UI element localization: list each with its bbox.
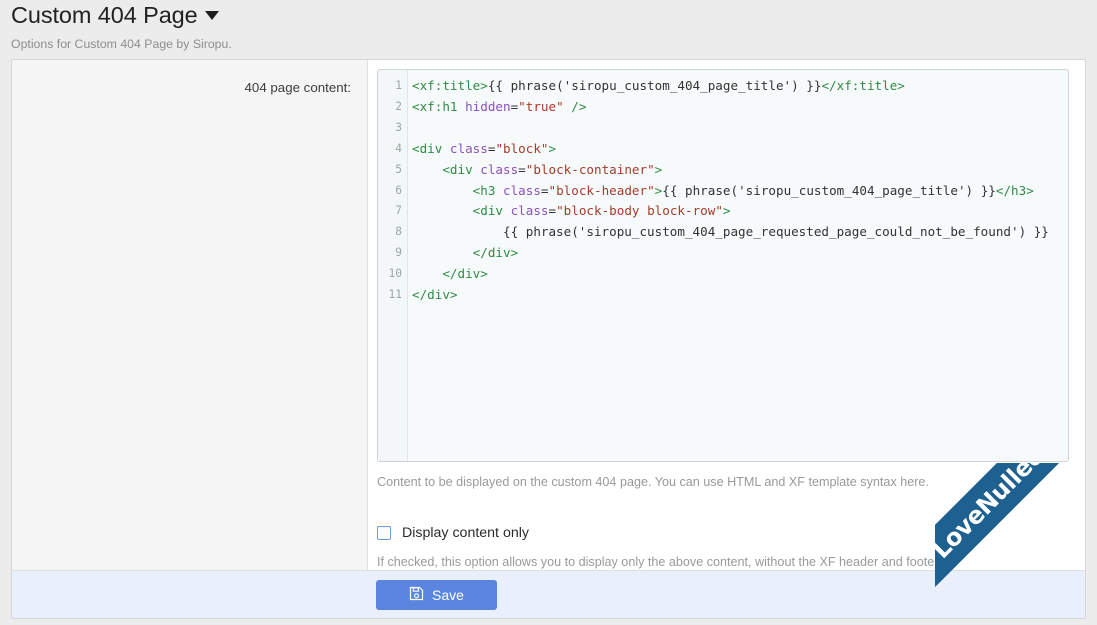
save-button[interactable]: Save [376, 579, 497, 610]
code-token-tag: > [548, 140, 557, 156]
field-label-404-page-content: 404 page content: [244, 80, 351, 95]
code-token-tag: </div> [412, 287, 458, 303]
code-line[interactable]: </div> [412, 264, 1068, 285]
code-token-tag: <xf:title> [412, 78, 488, 93]
code-token-str: "block-container" [525, 161, 655, 177]
line-number: 11 [388, 288, 402, 302]
code-token-attr: class [449, 140, 488, 156]
code-token-attr: hidden [465, 98, 511, 114]
line-number: 8 [395, 225, 402, 239]
code-line[interactable]: <xf:title>{{ phrase('siropu_custom_404_p… [412, 76, 1068, 97]
code-token-tag: /> [563, 98, 587, 114]
code-token-str: "true" [518, 98, 564, 114]
line-number: 4 [395, 141, 402, 155]
editor-help-text: Content to be displayed on the custom 40… [377, 475, 929, 489]
code-token-tag: > [654, 161, 663, 177]
code-token-plain: = [518, 161, 526, 177]
line-number: 9 [395, 246, 402, 260]
submit-bar: Save [12, 570, 1085, 618]
code-line[interactable]: </div> [412, 243, 1068, 264]
save-floppy-icon [409, 586, 424, 604]
line-number: 1 [395, 79, 402, 92]
code-token-attr: class [510, 203, 549, 219]
display-content-only-row[interactable]: Display content only [377, 524, 1069, 542]
page-header: Custom 404 Page Options for Custom 404 P… [0, 0, 1097, 57]
line-number: 6 [395, 183, 402, 197]
code-token-tag: > [722, 203, 731, 219]
code-token-plain: {{ phrase('siropu_custom_404_page_title'… [662, 182, 996, 198]
display-content-only-checkbox[interactable] [377, 526, 391, 540]
page-title-row: Custom 404 Page [11, 0, 1097, 29]
chevron-down-icon[interactable] [204, 11, 219, 20]
code-editor[interactable]: 1 2 3 4 5 6 7 8 9 10 11 <xf:title>{{ phrase('sirop… [377, 69, 1069, 462]
code-line[interactable]: <div class="block-container"> [412, 160, 1068, 181]
line-number: 3 [395, 120, 402, 134]
line-number: 2 [395, 99, 402, 113]
field-input-column: 1 2 3 4 5 6 7 8 9 10 11 <xf:title>{{ phrase('sirop… [368, 60, 1085, 573]
code-token-plain: {{ phrase('siropu_custom_404_page_reques… [412, 224, 1049, 240]
code-token-tag: </div> [412, 245, 519, 261]
save-button-label: Save [432, 586, 464, 603]
code-token-attr: class [480, 161, 519, 177]
code-line[interactable]: {{ phrase('siropu_custom_404_page_reques… [412, 222, 1068, 243]
form-row-404-content: 404 page content: 1 2 3 4 5 6 7 8 9 10 11 <xf:titl… [12, 60, 1085, 573]
display-content-only-label[interactable]: Display content only [402, 524, 529, 542]
code-editor-content[interactable]: <xf:title>{{ phrase('siropu_custom_404_p… [408, 70, 1068, 461]
code-token-attr: class [503, 182, 541, 198]
code-line[interactable]: <div class="block-body block-row"> [412, 201, 1068, 222]
code-line[interactable]: <xf:h1 hidden="true" /> [412, 97, 1068, 118]
code-line[interactable]: <h3 class="block-header">{{ phrase('siro… [412, 181, 1068, 202]
code-token-tag: <h3 [412, 182, 503, 198]
code-line[interactable]: <div class="block"> [412, 139, 1068, 160]
code-line[interactable]: </div> [412, 285, 1068, 306]
line-number: 5 [395, 162, 402, 176]
code-token-tag: <div [412, 140, 450, 156]
code-token-tag: </h3> [995, 182, 1034, 198]
page-title: Custom 404 Page [11, 2, 198, 28]
code-token-str: "block-header" [548, 182, 655, 198]
code-token-plain: = [540, 182, 549, 198]
code-token-tag: </xf:title> [821, 78, 905, 93]
code-token-plain: = [548, 203, 557, 219]
display-content-only-block: Display content only If checked, this op… [377, 524, 1069, 570]
display-content-only-hint: If checked, this option allows you to di… [377, 555, 942, 569]
line-number: 10 [388, 267, 402, 281]
field-label-column: 404 page content: [12, 60, 368, 573]
code-token-tag: <xf:h1 [412, 98, 466, 114]
code-editor-gutter: 1 2 3 4 5 6 7 8 9 10 11 [378, 70, 408, 461]
code-token-tag: </div> [412, 266, 488, 282]
options-form-card: 404 page content: 1 2 3 4 5 6 7 8 9 10 11 <xf:titl… [11, 59, 1086, 619]
code-line[interactable] [412, 118, 1068, 139]
page-subtitle: Options for Custom 404 Page by Siropu. [11, 37, 232, 51]
code-token-tag: <div [412, 203, 511, 219]
line-number: 7 [395, 204, 402, 218]
code-token-str: "block-body block-row" [556, 203, 723, 219]
code-token-plain: {{ phrase('siropu_custom_404_page_title'… [487, 78, 822, 93]
code-token-str: "block" [495, 140, 549, 156]
code-token-tag: <div [412, 161, 481, 177]
